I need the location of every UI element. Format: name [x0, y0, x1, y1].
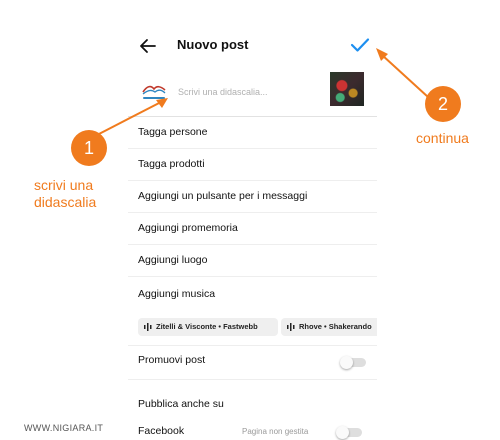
- menu-item-add-location[interactable]: Aggiungi luogo: [128, 245, 377, 277]
- arrow-left-icon[interactable]: [138, 36, 158, 56]
- facebook-label: Facebook: [138, 425, 185, 437]
- caption-composer: [128, 68, 377, 117]
- music-chip[interactable]: Rhove • Shakerando: [281, 318, 377, 336]
- step-1-badge: 1: [71, 130, 107, 166]
- promote-post-toggle[interactable]: [340, 356, 366, 369]
- menu-item-label: Aggiungi promemoria: [138, 222, 238, 234]
- promote-post-row: Promuovi post: [128, 346, 377, 380]
- facebook-page-status: Pagina non gestita: [242, 427, 309, 436]
- menu-item-label: Aggiungi luogo: [138, 254, 208, 266]
- menu-item-label: Tagga persone: [138, 126, 208, 138]
- post-thumbnail: [330, 72, 364, 106]
- menu-item-add-music[interactable]: Aggiungi musica: [128, 279, 377, 310]
- music-chip[interactable]: Zitelli & Visconte • Fastwebb: [138, 318, 278, 336]
- arrow-line-step2: [381, 54, 429, 98]
- music-bars-icon: [287, 323, 295, 331]
- checkmark-icon[interactable]: [350, 37, 370, 53]
- arrow-head-step2: [376, 48, 388, 61]
- menu-item-label: Aggiungi musica: [138, 288, 216, 300]
- site-watermark: WWW.NIGIARA.IT: [24, 423, 104, 433]
- page-title: Nuovo post: [177, 37, 249, 52]
- toggle-knob: [340, 356, 353, 369]
- menu-item-tag-products[interactable]: Tagga prodotti: [128, 149, 377, 181]
- step-1-annotation: scrivi una didascalia: [34, 177, 96, 211]
- menu-item-add-reminder[interactable]: Aggiungi promemoria: [128, 213, 377, 245]
- step-2-annotation: continua: [416, 130, 469, 146]
- step-1-text-line1: scrivi una: [34, 177, 94, 193]
- music-bars-icon: [144, 323, 152, 331]
- toggle-knob: [336, 426, 349, 439]
- menu-item-tag-people[interactable]: Tagga persone: [128, 117, 377, 149]
- step-2-badge: 2: [425, 86, 461, 122]
- instagram-new-post-screen: Nuovo post Tagga persone Tagga prodotti …: [128, 0, 377, 440]
- share-section-title: Pubblica anche su: [138, 398, 224, 410]
- step-1-text-line2: didascalia: [34, 194, 97, 210]
- facebook-share-toggle[interactable]: [336, 426, 362, 439]
- menu-item-label: Aggiungi un pulsante per i messaggi: [138, 190, 308, 202]
- menu-item-add-message-button[interactable]: Aggiungi un pulsante per i messaggi: [128, 181, 377, 213]
- promote-post-label: Promuovi post: [138, 354, 206, 366]
- menu-item-label: Tagga prodotti: [138, 158, 205, 170]
- music-chip-label: Rhove • Shakerando: [299, 322, 372, 331]
- caption-input[interactable]: [178, 84, 338, 100]
- music-chip-label: Zitelli & Visconte • Fastwebb: [156, 322, 258, 331]
- music-suggestions: Zitelli & Visconte • Fastwebb Rhove • Sh…: [128, 315, 377, 346]
- nigiara-logo-icon: [140, 79, 168, 103]
